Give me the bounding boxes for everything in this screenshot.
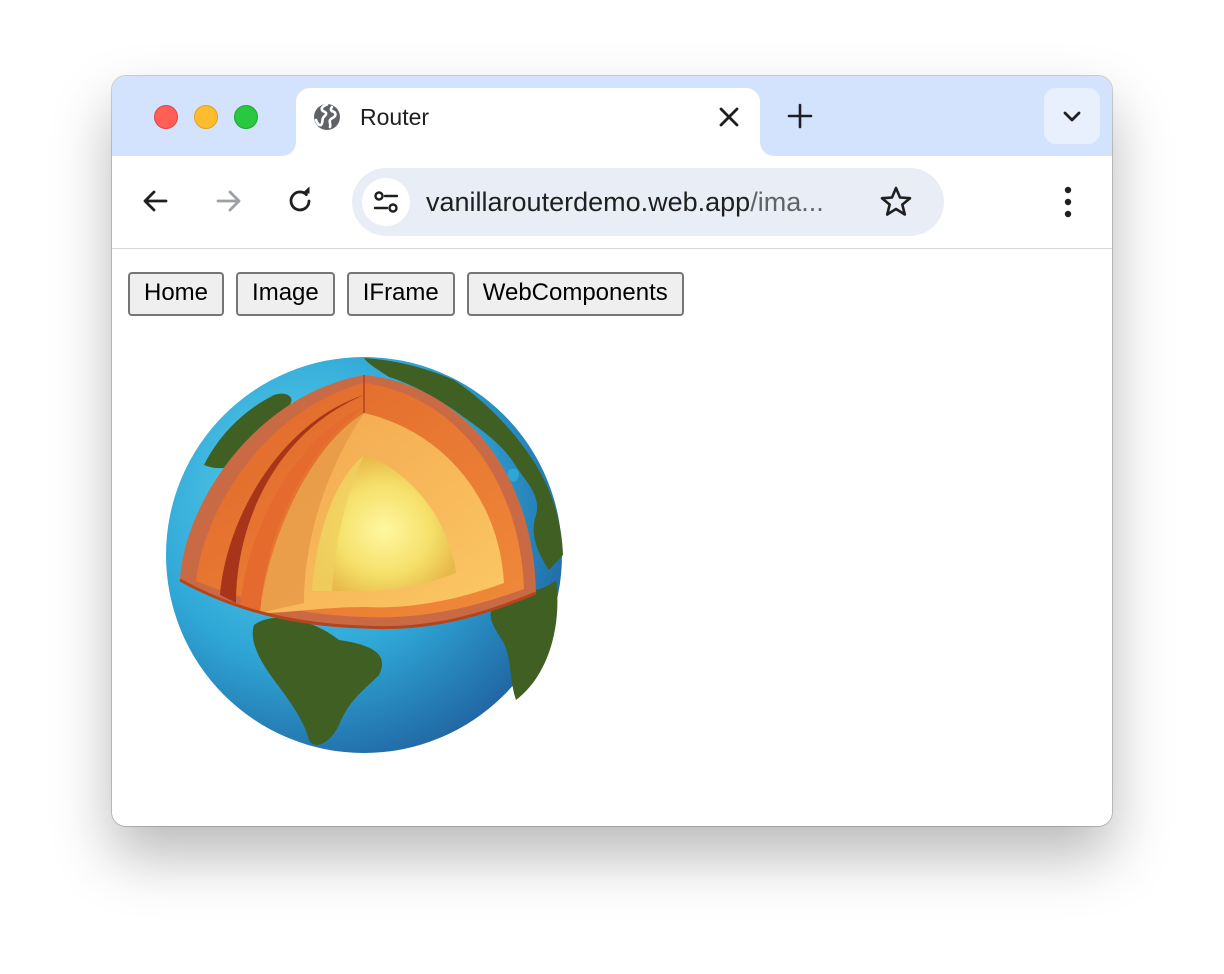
- plus-icon[interactable]: [786, 102, 814, 130]
- close-icon[interactable]: [716, 104, 742, 130]
- toolbar: vanillarouterdemo.web.app/ima...: [112, 156, 1112, 249]
- more-vertical-icon[interactable]: [1052, 184, 1084, 220]
- arrow-left-icon[interactable]: [139, 184, 173, 218]
- home-button[interactable]: Home: [128, 272, 225, 316]
- iframe-button[interactable]: IFrame: [346, 272, 455, 316]
- chevron-down-icon: [1063, 111, 1081, 122]
- url-text[interactable]: vanillarouterdemo.web.app/ima...: [426, 186, 824, 218]
- star-icon[interactable]: [878, 184, 914, 220]
- close-window-button[interactable]: [154, 105, 178, 129]
- site-info-button[interactable]: [362, 178, 410, 226]
- tab-router[interactable]: Router: [296, 88, 760, 158]
- tab-strip: Router: [112, 76, 1112, 158]
- image-button[interactable]: Image: [236, 272, 335, 316]
- earth-cutaway-image: [166, 357, 563, 753]
- reload-icon[interactable]: [283, 184, 317, 218]
- minimize-window-button[interactable]: [194, 105, 218, 129]
- tab-title: Router: [360, 104, 430, 130]
- url-host: vanillarouterdemo.web.app: [426, 187, 751, 217]
- tab-search-button[interactable]: [1044, 88, 1100, 144]
- arrow-right-icon[interactable]: [211, 184, 245, 218]
- globe-icon: [314, 103, 340, 130]
- page-nav: Home Image IFrame WebComponents: [128, 272, 684, 316]
- page-viewport: Home Image IFrame WebComponents: [112, 249, 1112, 826]
- tune-icon: [373, 191, 399, 213]
- address-bar[interactable]: vanillarouterdemo.web.app/ima...: [352, 168, 944, 236]
- zoom-window-button[interactable]: [234, 105, 258, 129]
- browser-window: Router vanillarouterdemo.web.app/ima... …: [112, 76, 1112, 826]
- webcomponents-button[interactable]: WebComponents: [466, 272, 684, 316]
- url-path: /ima...: [750, 187, 824, 217]
